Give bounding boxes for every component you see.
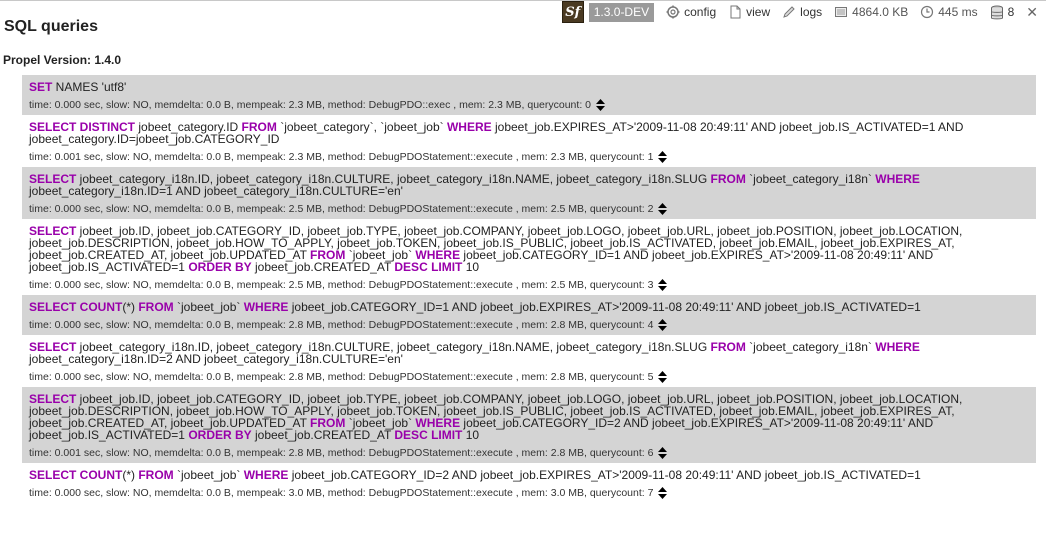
debug-toolbar: Sf 1.3.0-DEV config view logs 4864.0 KB … — [561, 0, 1046, 24]
page-title: SQL queries — [4, 18, 98, 35]
toggle-trace-icon[interactable] — [658, 319, 668, 331]
propel-version: Propel Version: 1.4.0 — [3, 53, 122, 67]
query-sql: SELECT jobeet_category_i18n.ID, jobeet_c… — [29, 341, 1030, 365]
database-icon — [990, 5, 1004, 20]
query-info: time: 0.000 sec, slow: NO, memdelta: 0.0… — [29, 487, 1030, 499]
toggle-trace-icon[interactable] — [596, 99, 605, 111]
close-icon[interactable]: ✕ — [1026, 4, 1038, 21]
view-label: view — [746, 5, 771, 19]
query-sql: SELECT COUNT(*) FROM `jobeet_job` WHERE … — [29, 469, 1030, 481]
query-item: SELECT jobeet_category_i18n.ID, jobeet_c… — [22, 167, 1036, 219]
query-item: SELECT COUNT(*) FROM `jobeet_job` WHERE … — [22, 295, 1036, 335]
query-info-text: time: 0.000 sec, slow: NO, memdelta: 0.0… — [29, 371, 654, 383]
query-sql: SELECT DISTINCT jobeet_category.ID FROM … — [29, 121, 1030, 145]
toggle-trace-icon[interactable] — [658, 487, 668, 499]
config-button[interactable]: config — [666, 5, 716, 19]
query-info: time: 0.000 sec, slow: NO, memdelta: 0.0… — [29, 203, 1030, 215]
query-info-text: time: 0.000 sec, slow: NO, memdelta: 0.0… — [29, 203, 654, 215]
memory-icon — [834, 5, 848, 19]
sql-text: jobeet_category_i18n.ID=1 AND jobeet_cat… — [29, 184, 403, 198]
sql-keyword: FROM — [138, 300, 174, 314]
sql-keyword: FROM — [138, 468, 174, 482]
view-button[interactable]: view — [728, 5, 770, 19]
sql-keyword: SET — [29, 80, 53, 94]
query-sql: SELECT jobeet_job.ID, jobeet_job.CATEGOR… — [29, 393, 1030, 441]
sql-keyword: ORDER BY — [188, 428, 252, 442]
symfony-logo[interactable]: Sf — [561, 1, 584, 23]
logs-label: logs — [800, 5, 823, 19]
query-sql: SET NAMES 'utf8' — [29, 81, 1030, 93]
sql-text: jobeet_category_i18n.ID=2 AND jobeet_cat… — [29, 352, 403, 366]
sql-keyword: SELECT COUNT — [29, 300, 123, 314]
query-item: SELECT DISTINCT jobeet_category.ID FROM … — [22, 115, 1036, 167]
sql-text: jobeet_job.CREATED_AT — [251, 260, 395, 274]
query-sql: SELECT COUNT(*) FROM `jobeet_job` WHERE … — [29, 301, 1030, 313]
query-info-text: time: 0.000 sec, slow: NO, memdelta: 0.0… — [29, 319, 654, 331]
sql-text: jobeet_job.CREATED_AT — [251, 428, 395, 442]
query-item: SELECT jobeet_job.ID, jobeet_job.CATEGOR… — [22, 219, 1036, 295]
toggle-trace-icon[interactable] — [658, 279, 668, 291]
sql-keyword: DESC LIMIT — [394, 260, 463, 274]
query-info-text: time: 0.001 sec, slow: NO, memdelta: 0.0… — [29, 447, 654, 459]
sql-keyword: SELECT COUNT — [29, 468, 123, 482]
query-sql: SELECT jobeet_job.ID, jobeet_job.CATEGOR… — [29, 225, 1030, 273]
config-label: config — [684, 5, 717, 19]
sql-keyword: DESC LIMIT — [394, 428, 463, 442]
query-item: SELECT jobeet_job.ID, jobeet_job.CATEGOR… — [22, 387, 1036, 463]
query-item: SELECT jobeet_category_i18n.ID, jobeet_c… — [22, 335, 1036, 387]
sql-keyword: ORDER BY — [188, 260, 252, 274]
query-info: time: 0.000 sec, slow: NO, memdelta: 0.0… — [29, 319, 1030, 331]
sql-text: jobeet_job.CATEGORY_ID=2 AND jobeet_job.… — [288, 468, 921, 482]
sql-keyword: FROM — [710, 340, 746, 354]
sql-text: `jobeet_job` — [173, 300, 244, 314]
sql-keyword: WHERE — [243, 300, 289, 314]
toggle-trace-icon[interactable] — [658, 447, 668, 459]
query-item: SET NAMES 'utf8' time: 0.000 sec, slow: N… — [22, 75, 1036, 115]
query-info-text: time: 0.000 sec, slow: NO, memdelta: 0.0… — [29, 487, 654, 499]
sql-keyword: FROM — [710, 172, 746, 186]
logs-button[interactable]: logs — [782, 5, 822, 19]
memory-value: 4864.0 KB — [852, 5, 909, 19]
document-icon — [728, 5, 742, 19]
version-badge: 1.3.0-DEV — [588, 2, 655, 22]
sql-text: 10 — [462, 428, 480, 442]
query-info-text: time: 0.000 sec, slow: NO, memdelta: 0.0… — [29, 279, 654, 291]
sql-text: jobeet_job.CATEGORY_ID=1 AND jobeet_job.… — [288, 300, 921, 314]
query-info: time: 0.001 sec, slow: NO, memdelta: 0.0… — [29, 151, 1030, 163]
sql-text: `jobeet_category_i18n` — [745, 172, 876, 186]
clock-icon — [920, 5, 934, 19]
query-info: time: 0.000 sec, slow: NO, memdelta: 0.0… — [29, 99, 1030, 111]
sql-keyword: WHERE — [446, 120, 492, 134]
query-info-text: time: 0.001 sec, slow: NO, memdelta: 0.0… — [29, 151, 654, 163]
sql-text: NAMES 'utf8' — [52, 80, 127, 94]
toggle-trace-icon[interactable] — [658, 203, 668, 215]
db-queries-count: 8 — [1007, 5, 1015, 19]
query-sql: SELECT jobeet_category_i18n.ID, jobeet_c… — [29, 173, 1030, 197]
sql-text: (*) — [122, 300, 139, 314]
sql-keyword: WHERE — [875, 340, 920, 354]
sql-text: `jobeet_category`, `jobeet_job` — [276, 120, 447, 134]
sql-text: 10 — [462, 260, 480, 274]
sql-text: `jobeet_job` — [173, 468, 244, 482]
sql-keyword: WHERE — [875, 172, 920, 186]
sql-text: (*) — [122, 468, 139, 482]
query-list: SET NAMES 'utf8' time: 0.000 sec, slow: N… — [22, 75, 1036, 503]
query-info-text: time: 0.000 sec, slow: NO, memdelta: 0.0… — [29, 99, 591, 111]
query-info: time: 0.001 sec, slow: NO, memdelta: 0.0… — [29, 447, 1030, 459]
time-indicator: 445 ms — [920, 5, 978, 19]
sql-keyword: WHERE — [243, 468, 289, 482]
gear-icon — [666, 5, 680, 19]
memory-indicator: 4864.0 KB — [834, 5, 908, 19]
query-item: SELECT COUNT(*) FROM `jobeet_job` WHERE … — [22, 463, 1036, 503]
toggle-trace-icon[interactable] — [658, 371, 668, 383]
db-queries-button[interactable]: 8 — [990, 5, 1015, 20]
query-info: time: 0.000 sec, slow: NO, memdelta: 0.0… — [29, 279, 1030, 291]
toggle-trace-icon[interactable] — [658, 151, 668, 163]
query-info: time: 0.000 sec, slow: NO, memdelta: 0.0… — [29, 371, 1030, 383]
time-value: 445 ms — [938, 5, 978, 19]
pencil-icon — [782, 5, 796, 19]
sql-text: `jobeet_category_i18n` — [745, 340, 876, 354]
